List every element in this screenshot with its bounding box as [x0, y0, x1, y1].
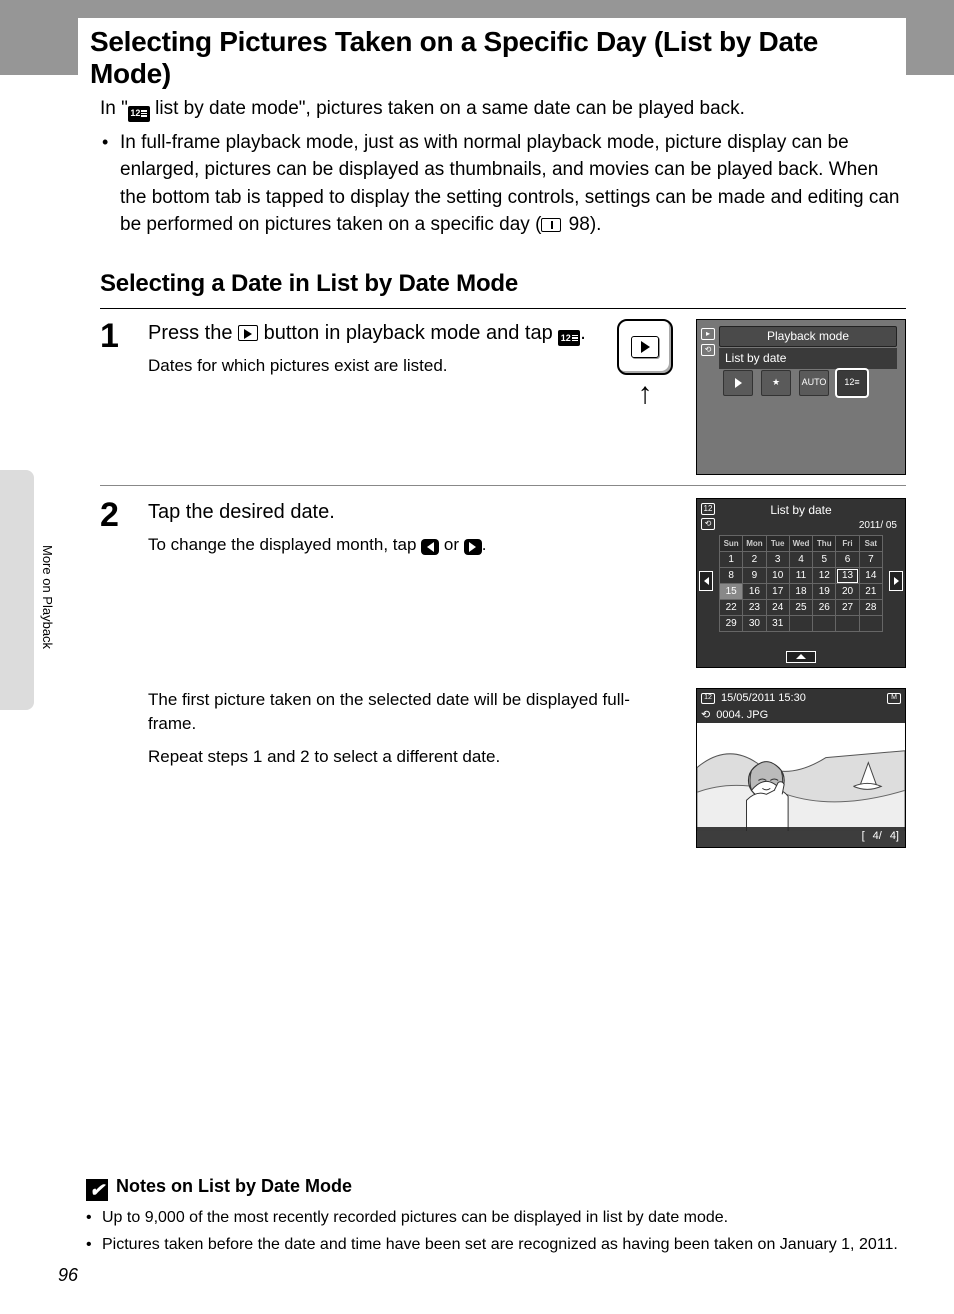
mode-play: [723, 370, 753, 396]
section-label: More on Playback: [40, 545, 55, 649]
calendar-title: List by date: [697, 499, 905, 519]
expand-icon: [786, 651, 816, 663]
step-2: 2 Tap the desired date. To change the di…: [100, 498, 906, 668]
mode-auto: AUTO: [799, 370, 829, 396]
notes-title: Notes on List by Date Mode: [116, 1176, 352, 1196]
calendar-icon: 12: [701, 503, 715, 515]
subheading: Selecting a Date in List by Date Mode: [100, 267, 906, 302]
screen-calendar: 12 ⟲ List by date 2011/ 05 SunMonTueWedT…: [696, 498, 906, 668]
step-1-heading: Press the button in playback mode and ta…: [148, 319, 596, 348]
page-title: Selecting Pictures Taken on a Specific D…: [78, 18, 906, 94]
playback-button-figure: ↑: [608, 319, 682, 409]
step-2-heading: Tap the desired date.: [148, 498, 684, 527]
title-banner: Selecting Pictures Taken on a Specific D…: [0, 0, 954, 75]
notes-section: ✔ Notes on List by Date Mode Up to 9,000 …: [86, 1176, 906, 1260]
result-text-2: Repeat steps 1 and 2 to select a differe…: [148, 745, 676, 770]
photo-datetime: 15/05/2011 15:30: [721, 691, 806, 707]
step-number: 1: [100, 319, 136, 353]
month-next: [889, 571, 903, 591]
intro-bullet: In full-frame playback mode, just as wit…: [100, 129, 906, 239]
back-icon: ⟲: [701, 518, 715, 530]
month-prev: [699, 571, 713, 591]
page-number: 96: [58, 1265, 78, 1286]
back-icon: ⟲: [701, 708, 710, 724]
arrow-left-icon: [421, 539, 439, 555]
arrow-right-icon: [464, 539, 482, 555]
step-1-sub: Dates for which pictures exist are liste…: [148, 354, 596, 379]
photo-filename: 0004. JPG: [716, 708, 768, 724]
screen-title: Playback mode: [719, 326, 897, 347]
size-icon: M: [887, 693, 901, 704]
photo-illustration: [697, 723, 905, 832]
screen-subtitle: List by date: [719, 348, 897, 369]
counter-current: 4/: [873, 829, 882, 845]
note-item: Pictures taken before the date and time …: [86, 1234, 906, 1256]
calendar-grid: SunMonTueWedThuFriSat 1234567 8910111213…: [719, 535, 883, 632]
manual-icon: [541, 218, 561, 232]
screen-playback-mode: ▸ ⟲ Playback mode List by date ★ AUTO 12…: [696, 319, 906, 475]
screen-photo-preview: 12 15/05/2011 15:30 M ⟲ 0004. JPG ★: [696, 688, 906, 848]
mode-star: ★: [761, 370, 791, 396]
result-text-1: The first picture taken on the selected …: [148, 688, 676, 737]
play-icon: ▸: [701, 328, 715, 340]
counter-total: 4]: [890, 829, 899, 845]
battery-icon: [: [862, 829, 865, 845]
mode-list-by-date: 12≡: [837, 370, 867, 396]
calendar-icon: 12: [128, 106, 150, 122]
side-tab: [0, 470, 34, 710]
note-item: Up to 9,000 of the most recently recorde…: [86, 1207, 906, 1229]
intro-text: In "12 list by date mode", pictures take…: [100, 95, 906, 123]
calendar-month: 2011/ 05: [697, 519, 905, 536]
play-icon: [238, 325, 258, 341]
back-icon: ⟲: [701, 344, 715, 356]
step-2-sub: To change the displayed month, tap or .: [148, 533, 684, 558]
check-icon: ✔: [86, 1179, 108, 1201]
step-1: 1 Press the button in playback mode and …: [100, 319, 906, 475]
arrow-up-icon: ↑: [638, 379, 653, 409]
calendar-icon: 12: [558, 330, 580, 346]
step-number: 2: [100, 498, 136, 532]
calendar-icon: 12: [701, 693, 715, 704]
